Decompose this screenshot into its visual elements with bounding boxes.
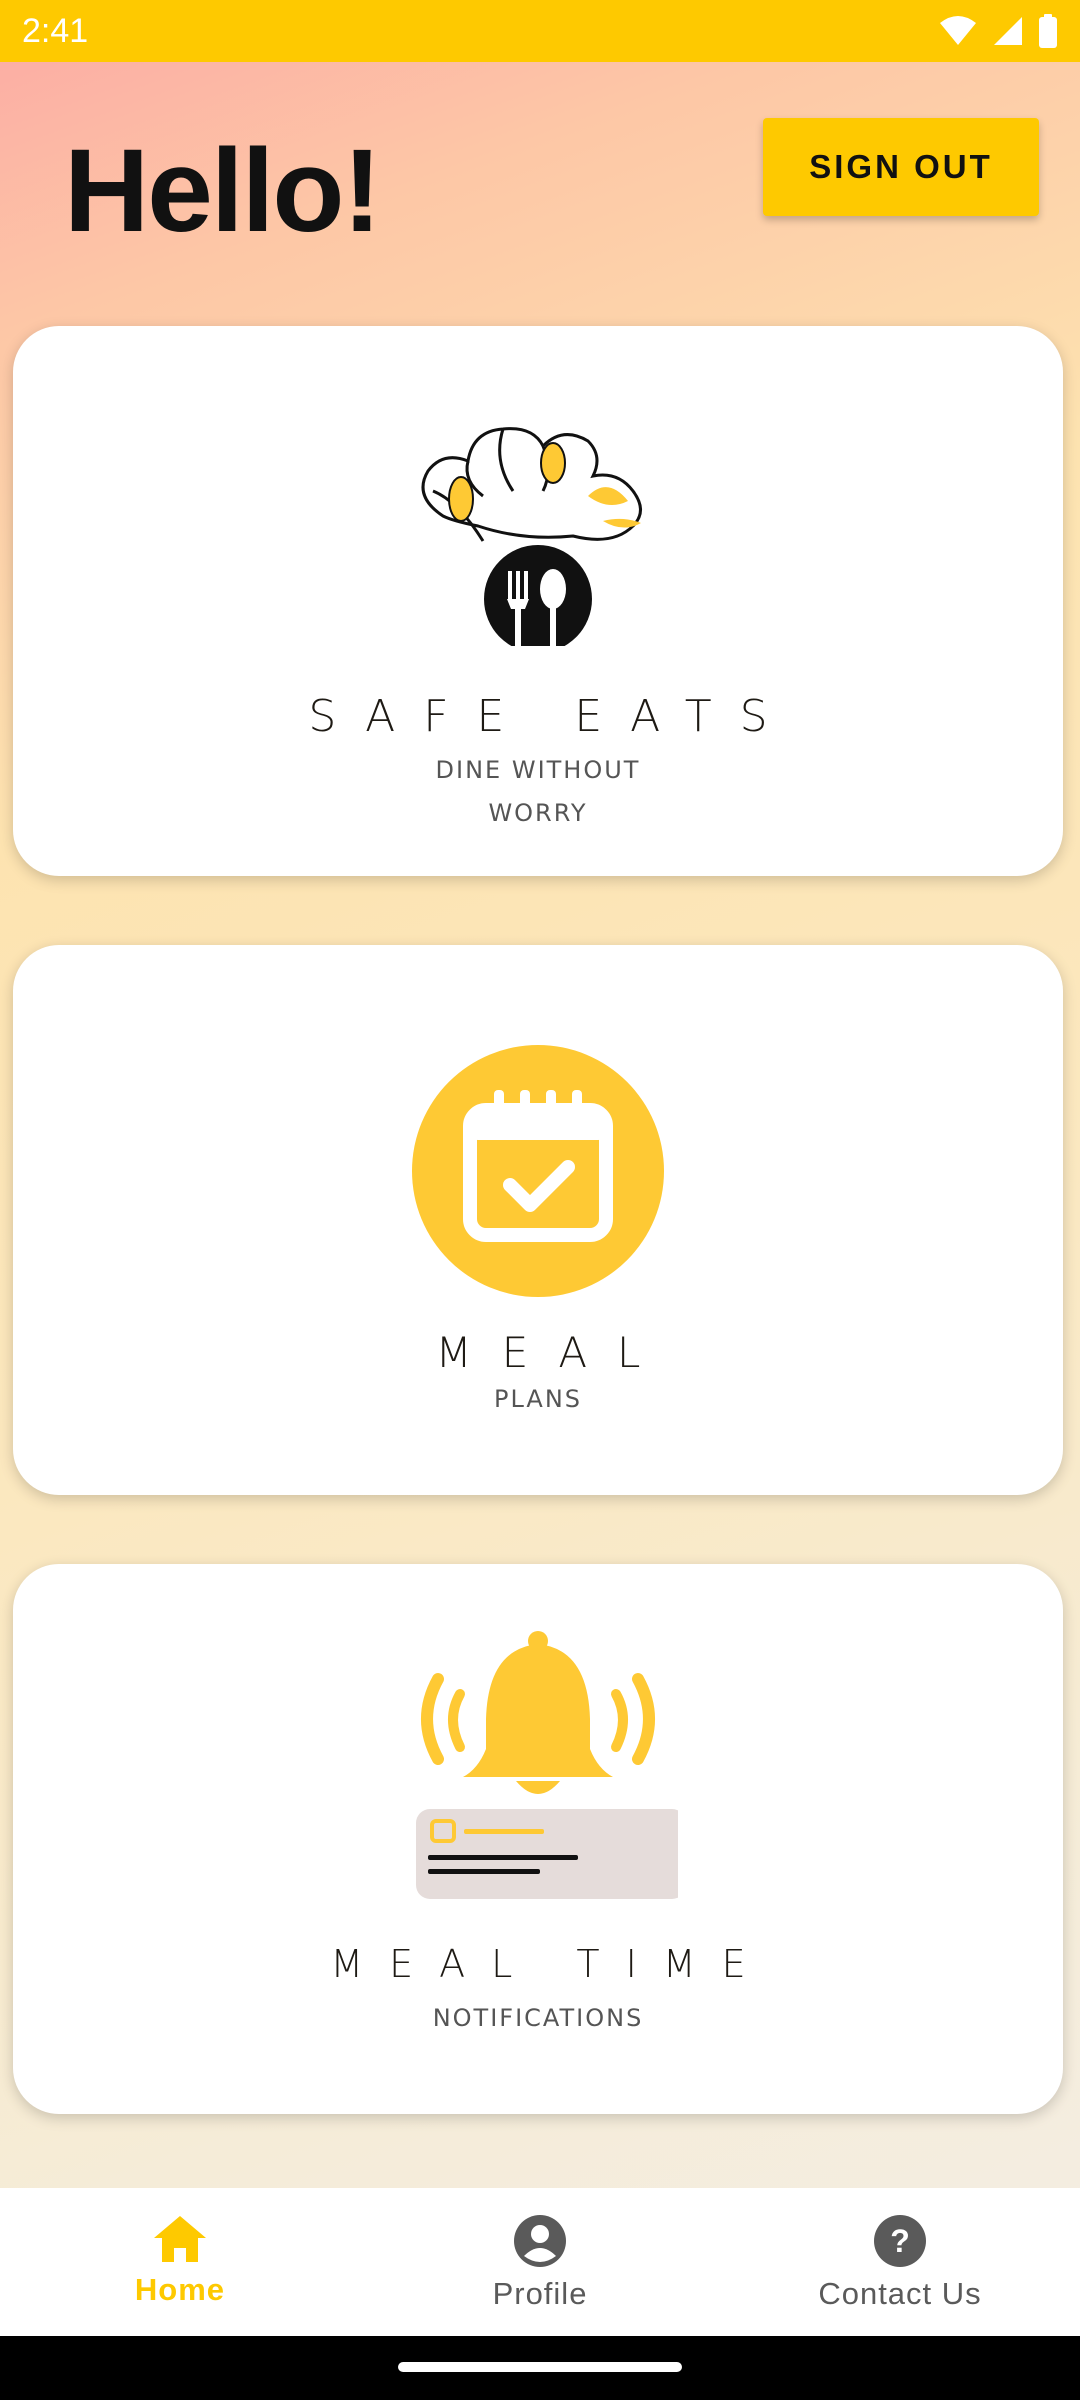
- chef-hat-icon: [421, 427, 642, 646]
- safe-eats-card[interactable]: SAFE EATS DINE WITHOUT WORRY: [13, 326, 1063, 876]
- home-gesture-pill[interactable]: [398, 2362, 682, 2372]
- svg-text:?: ?: [890, 2223, 910, 2259]
- meal-time-title: MEAL TIME: [330, 1942, 772, 1986]
- meal-plans-title: MEAL: [435, 1328, 671, 1377]
- wifi-icon: [940, 16, 976, 45]
- safe-eats-subtitle-line2: WORRY: [488, 799, 588, 827]
- status-time: 2:41: [22, 11, 89, 50]
- calendar-check-icon: [412, 1045, 664, 1297]
- greeting-title: Hello!: [64, 125, 382, 257]
- meal-time-card[interactable]: MEAL TIME NOTIFICATIONS: [13, 1564, 1063, 2114]
- meal-plans-card[interactable]: MEAL PLANS: [13, 945, 1063, 1495]
- meal-time-subtitle: NOTIFICATIONS: [432, 2004, 644, 2032]
- nav-contact-us[interactable]: ? Contact Us: [720, 2188, 1080, 2336]
- safe-eats-title: SAFE EATS: [308, 691, 796, 742]
- nav-home-label: Home: [134, 2272, 226, 2307]
- meal-plans-subtitle: PLANS: [494, 1385, 582, 1413]
- signal-icon: [994, 17, 1022, 45]
- battery-icon: [1039, 14, 1057, 48]
- status-bar: 2:41: [0, 0, 1080, 62]
- nav-profile[interactable]: Profile: [360, 2188, 720, 2336]
- nav-home[interactable]: Home: [0, 2188, 360, 2336]
- profile-icon: [514, 2215, 566, 2267]
- sign-out-button[interactable]: SIGN OUT: [763, 118, 1039, 216]
- home-icon: [154, 2216, 206, 2262]
- bottom-navigation: Home Profile ? Contact Us: [0, 2188, 1080, 2336]
- safe-eats-subtitle-line1: DINE WITHOUT: [435, 756, 641, 784]
- bell-notification-icon: [416, 1631, 678, 1899]
- gesture-bar: [0, 2336, 1080, 2400]
- nav-contact-us-label: Contact Us: [818, 2276, 982, 2311]
- help-icon: ?: [874, 2215, 926, 2267]
- status-icons: [938, 14, 1058, 48]
- nav-profile-label: Profile: [492, 2276, 588, 2311]
